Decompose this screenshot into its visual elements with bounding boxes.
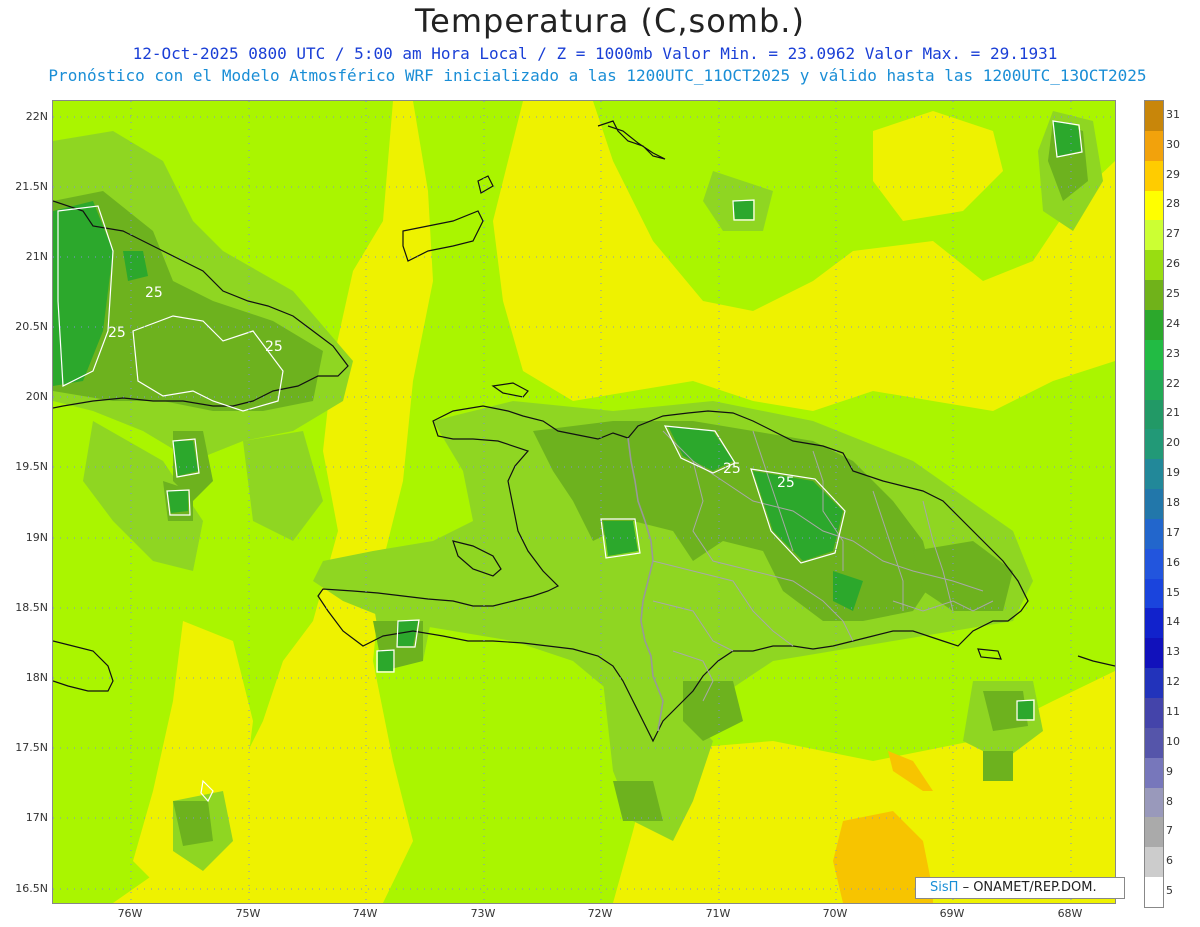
colorbar-cell [1145,757,1163,789]
colorbar-cell [1145,309,1163,341]
colorbar-label: 28 [1166,197,1180,211]
colorbar-cell [1145,459,1163,490]
colorbar-label: 26 [1166,257,1180,271]
lat-label-20n: 20N [25,390,48,403]
credit-org: – ONAMET/REP.DOM. [962,880,1097,895]
contour-label: 25 [777,475,795,491]
lat-label-22n: 22N [25,110,48,123]
lon-label-75w: 75W [235,907,261,920]
colorbar-cell [1145,817,1163,848]
colorbar-label: 19 [1166,466,1180,480]
colorbar-label: 11 [1166,704,1180,718]
colorbar-label: 12 [1166,675,1180,689]
colorbar-cell [1145,578,1163,609]
lat-label-21n: 21N [25,250,48,263]
colorbar [1144,100,1164,908]
colorbar-label: 21 [1166,406,1180,420]
sispi-logo: SisΠ [930,880,959,895]
colorbar-cell [1145,548,1163,580]
colorbar-cell [1145,727,1163,759]
colorbar-cell [1145,369,1163,400]
colorbar-cell [1145,518,1163,550]
lat-label-18-5n: 18.5N [15,601,48,614]
lat-label-17-5n: 17.5N [15,741,48,754]
lon-label-68w: 68W [1057,907,1083,920]
colorbar-cell [1145,489,1163,520]
map-title: Temperatura (C,somb.) [415,2,805,40]
colorbar-label: 31 [1166,107,1180,121]
lon-label-76w: 76W [117,907,143,920]
colorbar-cell [1145,160,1163,192]
colorbar-cell [1145,190,1163,221]
colorbar-label: 13 [1166,645,1180,659]
lon-label-70w: 70W [822,907,848,920]
credit-box: SisΠ – ONAMET/REP.DOM. [915,877,1125,899]
contour-label: 25 [265,339,283,355]
lon-label-74w: 74W [352,907,378,920]
colorbar-label: 7 [1166,824,1173,838]
colorbar-label: 15 [1166,585,1180,599]
colorbar-cell [1145,638,1163,669]
colorbar-cell [1145,847,1163,878]
colorbar-cell [1145,668,1163,699]
colorbar-label: 16 [1166,555,1180,569]
colorbar-cell [1145,250,1163,281]
colorbar-label: 25 [1166,287,1180,301]
valid-time-line: 12-Oct-2025 0800 UTC / 5:00 am Hora Loca… [132,44,1058,63]
colorbar-label: 8 [1166,794,1173,808]
colorbar-label: 20 [1166,436,1180,450]
colorbar-label: 18 [1166,496,1180,509]
lat-label-21-5n: 21.5N [15,180,48,193]
contour-label: 25 [723,461,741,477]
lon-label-73w: 73W [470,907,496,920]
contour-label: 25 [145,285,163,301]
colorbar-cell [1145,280,1163,311]
colorbar-label: 14 [1166,615,1180,629]
model-info-line: Pronóstico con el Modelo Atmosférico WRF… [48,66,1147,85]
colorbar-label: 17 [1166,525,1180,539]
colorbar-cell [1145,608,1163,639]
lat-label-19-5n: 19.5N [15,460,48,473]
colorbar-cell [1145,339,1163,371]
colorbar-cell [1145,429,1163,460]
lat-label-18n: 18N [25,671,48,684]
colorbar-label: 5 [1166,884,1173,898]
colorbar-cell [1145,877,1163,908]
colorbar-cell [1145,399,1163,430]
colorbar-cell [1145,787,1163,818]
colorbar-cell [1145,220,1163,251]
map-canvas: 25 25 25 25 25 [53,101,1115,903]
colorbar-cell [1145,101,1163,132]
lon-label-72w: 72W [587,907,613,920]
colorbar-label: 27 [1166,227,1180,241]
colorbar-label: 30 [1166,137,1180,151]
colorbar-label: 29 [1166,167,1180,181]
colorbar-label: 6 [1166,854,1173,868]
colorbar-cell [1145,130,1163,162]
colorbar-label: 9 [1166,764,1173,778]
colorbar-label: 10 [1166,734,1180,748]
colorbar-cell [1145,698,1163,729]
lat-label-19n: 19N [25,531,48,544]
lat-label-16-5n: 16.5N [15,882,48,895]
lat-label-20-5n: 20.5N [15,320,48,333]
temperature-map: 25 25 25 25 25 [52,100,1116,904]
colorbar-label: 23 [1166,346,1180,360]
lat-label-17n: 17N [25,811,48,824]
lon-label-69w: 69W [939,907,965,920]
lon-label-71w: 71W [705,907,731,920]
colorbar-label: 22 [1166,376,1180,390]
colorbar-label: 24 [1166,316,1180,330]
